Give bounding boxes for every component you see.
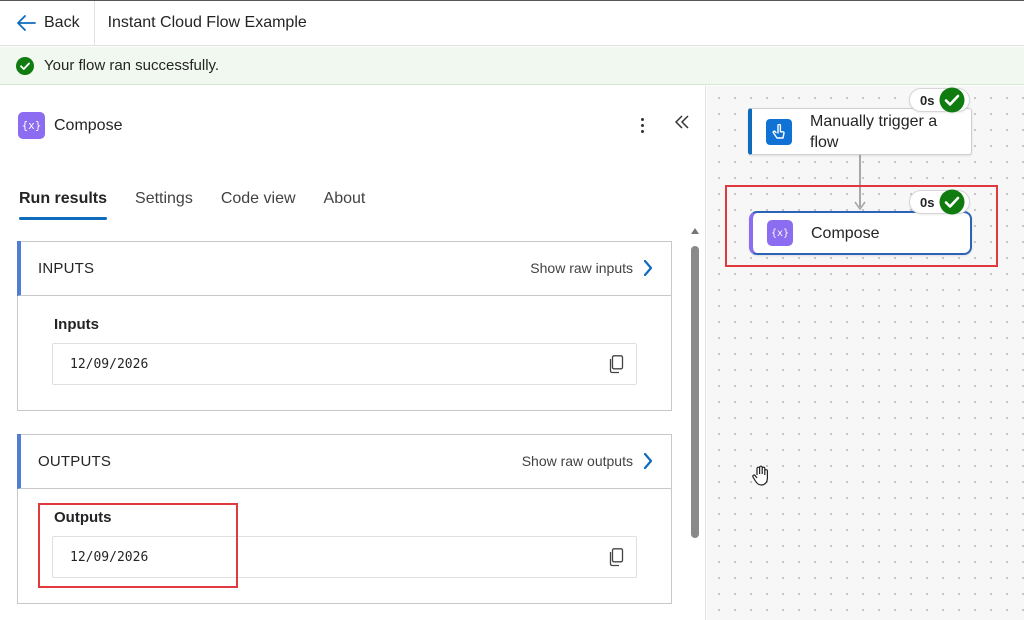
- duration-text: 0s: [920, 92, 935, 108]
- tab-about[interactable]: About: [324, 190, 366, 220]
- collapse-panel-button[interactable]: [674, 114, 690, 136]
- inputs-section-label: INPUTS: [38, 259, 95, 277]
- flow-canvas[interactable]: [707, 86, 1024, 620]
- outputs-highlight-box: [38, 503, 238, 588]
- show-raw-outputs-label: Show raw outputs: [521, 453, 633, 469]
- dot-icon: [640, 129, 644, 133]
- inputs-value: 12/09/2026: [70, 356, 149, 372]
- banner-message: Your flow ran successfully.: [44, 57, 220, 74]
- more-options-button[interactable]: [632, 114, 652, 136]
- tab-code-view[interactable]: Code view: [221, 190, 296, 220]
- scroll-thumb[interactable]: [691, 246, 699, 538]
- dot-icon: [640, 117, 644, 121]
- touch-icon: [766, 118, 792, 145]
- tab-run-results[interactable]: Run results: [19, 190, 108, 220]
- compose-node-highlight-box: [725, 185, 998, 267]
- hand-cursor-icon: [752, 465, 768, 486]
- outputs-section-label: OUTPUTS: [38, 452, 112, 470]
- check-circle-icon: [939, 87, 965, 113]
- show-raw-outputs-link[interactable]: Show raw outputs: [522, 453, 653, 469]
- compose-icon: {x}: [18, 112, 45, 139]
- panel-header: {x} Compose: [18, 112, 122, 139]
- check-circle-icon: [16, 56, 34, 75]
- panel-scrollbar[interactable]: [689, 228, 701, 620]
- inputs-section-header: INPUTS Show raw inputs: [17, 241, 671, 296]
- panel-tabs: Run results Settings Code view About: [19, 190, 393, 220]
- show-raw-inputs-label: Show raw inputs: [530, 260, 633, 276]
- success-banner: Your flow ran successfully.: [0, 47, 1024, 85]
- trigger-node-label: Manually trigger a flow: [810, 112, 938, 151]
- back-button[interactable]: Back: [0, 1, 95, 45]
- trigger-node[interactable]: Manually trigger a flow: [748, 108, 972, 155]
- show-raw-inputs-link[interactable]: Show raw inputs: [530, 260, 653, 276]
- dot-icon: [640, 123, 644, 127]
- chevron-right-icon: [643, 453, 653, 469]
- inputs-section: INPUTS Show raw inputs Inputs 12/09/2026: [17, 241, 672, 411]
- trigger-duration-badge: 0s: [909, 87, 971, 113]
- tab-settings[interactable]: Settings: [135, 190, 193, 220]
- arrow-left-icon: [17, 15, 36, 31]
- panel-title: Compose: [54, 116, 123, 134]
- outputs-section-header: OUTPUTS Show raw outputs: [17, 434, 671, 489]
- scroll-up-arrow-icon[interactable]: [691, 228, 699, 234]
- copy-icon[interactable]: [608, 355, 624, 374]
- page-title: Instant Cloud Flow Example: [107, 14, 307, 31]
- inputs-value-field[interactable]: 12/09/2026: [52, 343, 637, 385]
- top-bar: Back Instant Cloud Flow Example: [0, 0, 1024, 46]
- double-chevron-left-icon: [675, 115, 689, 129]
- back-label: Back: [44, 14, 80, 31]
- copy-icon[interactable]: [608, 548, 624, 567]
- inputs-field-label: Inputs: [54, 316, 99, 333]
- chevron-right-icon: [643, 260, 653, 276]
